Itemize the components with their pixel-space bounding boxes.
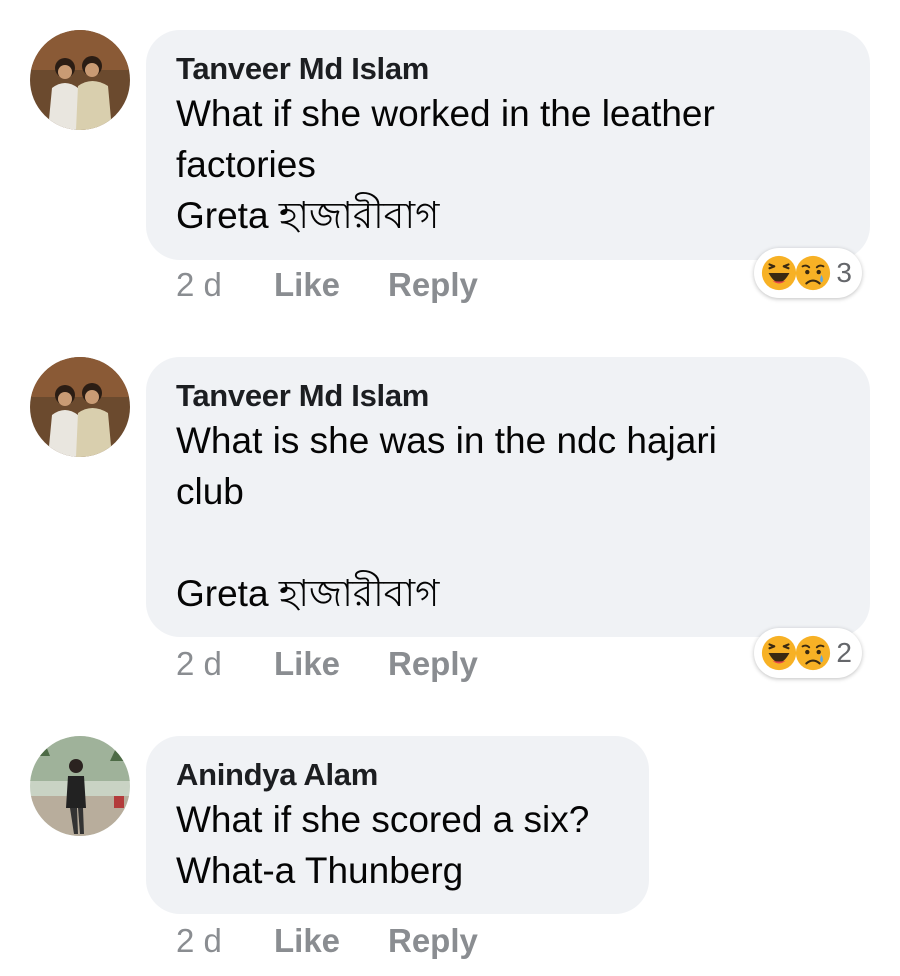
comment-author[interactable]: Tanveer Md Islam: [176, 50, 840, 88]
avatar-photo-icon: [30, 736, 130, 836]
sad-emoji-icon: [796, 635, 831, 671]
comment-author[interactable]: Anindya Alam: [176, 756, 619, 794]
avatar-photo-icon: [30, 357, 130, 457]
reactions-summary[interactable]: 2: [754, 628, 862, 678]
like-button[interactable]: Like: [274, 922, 388, 960]
comment-text: What if she worked in the leather factor…: [176, 93, 715, 236]
reply-button[interactable]: Reply: [388, 922, 478, 960]
reply-button[interactable]: Reply: [388, 645, 478, 683]
comment-author[interactable]: Tanveer Md Islam: [176, 377, 840, 415]
like-button[interactable]: Like: [274, 645, 388, 683]
avatar[interactable]: [30, 30, 130, 130]
avatar[interactable]: [30, 736, 130, 836]
comment-bubble: Tanveer Md Islam What if she worked in t…: [146, 30, 870, 260]
comment-timestamp[interactable]: 2 d: [176, 645, 274, 683]
haha-emoji-icon: [762, 635, 797, 671]
reaction-count: 3: [836, 257, 852, 288]
reactions-summary[interactable]: 3: [754, 248, 862, 298]
comment-bubble: Tanveer Md Islam What is she was in the …: [146, 357, 870, 637]
haha-emoji-icon: [762, 255, 797, 291]
comment-text: What is she was in the ndc hajari club G…: [176, 420, 717, 614]
reaction-count: 2: [836, 637, 852, 668]
reply-button[interactable]: Reply: [388, 266, 478, 304]
comment-actions: 2 d Like Reply: [176, 645, 478, 683]
comment-actions: 2 d Like Reply: [176, 266, 478, 304]
comment-timestamp[interactable]: 2 d: [176, 922, 274, 960]
avatar-photo-icon: [30, 30, 130, 130]
avatar[interactable]: [30, 357, 130, 457]
comment-bubble: Anindya Alam What if she scored a six? W…: [146, 736, 649, 914]
sad-emoji-icon: [796, 255, 831, 291]
comment-text: What if she scored a six? What-a Thunber…: [176, 799, 590, 891]
comment-actions: 2 d Like Reply: [176, 922, 478, 960]
like-button[interactable]: Like: [274, 266, 388, 304]
comment-timestamp[interactable]: 2 d: [176, 266, 274, 304]
